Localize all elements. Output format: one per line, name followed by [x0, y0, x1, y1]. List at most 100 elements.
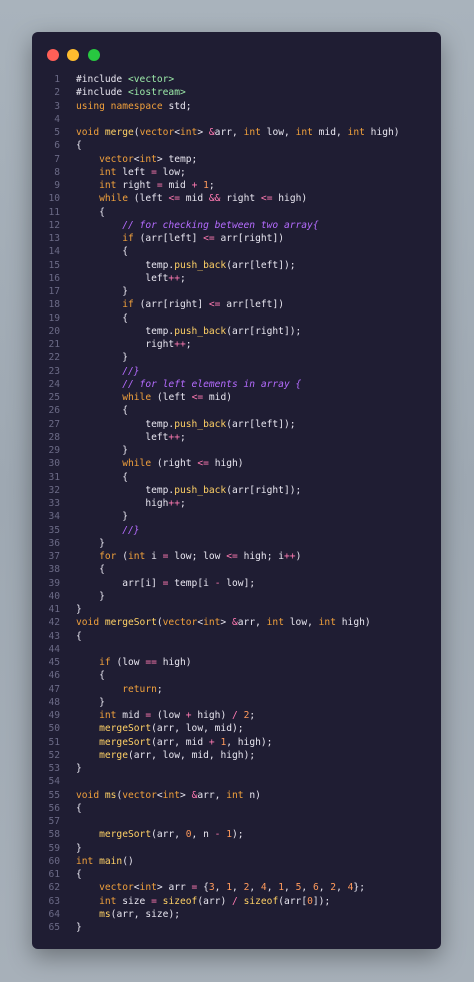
line-number: 44	[48, 643, 60, 655]
code-line: 44	[32, 643, 441, 656]
line-number: 22	[48, 352, 60, 364]
code-line: 28 left++;	[32, 431, 441, 444]
line-text: using namespace std;	[76, 100, 192, 112]
minimize-dot-icon[interactable]	[67, 49, 79, 61]
line-number: 47	[48, 683, 60, 695]
line-text: {	[99, 206, 105, 218]
line-text: left++;	[145, 272, 186, 284]
code-line: 15 temp.push_back(arr[left]);	[32, 259, 441, 272]
line-number: 39	[48, 577, 60, 589]
line-text: int main()	[76, 855, 134, 867]
code-line: 11 {	[32, 206, 441, 219]
line-number: 61	[48, 869, 60, 880]
code-line: 45 if (low == high)	[32, 656, 441, 669]
code-line: 57	[32, 815, 441, 828]
line-number: 27	[48, 418, 60, 430]
line-text: void mergeSort(vector<int> &arr, int low…	[76, 617, 371, 629]
line-text: vector<int> arr = {3, 1, 2, 4, 1, 5, 6, …	[99, 882, 365, 894]
line-number: 49	[48, 710, 60, 721]
line-number: 1	[54, 74, 60, 85]
code-line: 56 {	[32, 802, 441, 815]
line-text: // for checking between two array{	[122, 219, 319, 231]
line-text: if (low == high)	[99, 657, 192, 668]
code-line: 31 {	[32, 471, 441, 484]
line-text: temp.push_back(arr[right]);	[145, 325, 302, 337]
line-text: ms(arr, size);	[99, 908, 181, 920]
code-line: 10 while (left <= mid && right <= high)	[32, 192, 441, 205]
line-text: temp.push_back(arr[left]);	[145, 259, 296, 271]
line-number: 63	[48, 895, 60, 907]
code-line: 51 mergeSort(arr, mid + 1, high);	[32, 736, 441, 749]
code-line: 7 vector<int> temp;	[32, 153, 441, 166]
line-text: arr[i] = temp[i - low];	[122, 577, 256, 589]
code-line: 1 #include <vector>	[32, 73, 441, 86]
line-text: #include <iostream>	[76, 87, 186, 99]
line-text: }	[122, 511, 128, 523]
line-number: 52	[48, 749, 60, 761]
code-line: 23 //}	[32, 365, 441, 378]
line-number: 54	[48, 776, 60, 788]
code-line: 19 {	[32, 312, 441, 325]
code-line: 12 // for checking between two array{	[32, 219, 441, 232]
line-text: }	[99, 696, 105, 708]
code-line: 26 {	[32, 404, 441, 417]
code-line: 46 {	[32, 669, 441, 682]
line-number: 3	[54, 100, 60, 112]
line-number: 14	[48, 246, 60, 258]
code-line: 27 temp.push_back(arr[left]);	[32, 418, 441, 431]
line-number: 42	[48, 617, 60, 629]
code-line: 30 while (right <= high)	[32, 457, 441, 470]
line-number: 18	[48, 299, 60, 311]
code-line: 2 #include <iostream>	[32, 86, 441, 99]
code-line: 38 {	[32, 563, 441, 576]
line-text: }	[76, 842, 82, 854]
code-line: 5 void merge(vector<int> &arr, int low, i…	[32, 126, 441, 139]
line-number: 40	[48, 590, 60, 602]
line-number: 43	[48, 630, 60, 642]
line-number: 56	[48, 802, 60, 814]
code-line: 64 ms(arr, size);	[32, 908, 441, 921]
line-number: 59	[48, 842, 60, 854]
line-text: high++;	[145, 498, 186, 509]
line-text: if (arr[right] <= arr[left])	[122, 299, 285, 311]
line-number: 21	[48, 339, 60, 350]
line-text: }	[122, 286, 128, 297]
line-number: 12	[48, 219, 60, 231]
line-text: merge(arr, low, mid, high);	[99, 749, 256, 761]
line-number: 48	[48, 696, 60, 708]
line-number: 32	[48, 484, 60, 496]
code-line: 59}	[32, 842, 441, 855]
line-text: }	[122, 445, 128, 456]
line-number: 11	[48, 206, 60, 218]
code-line: 42 void mergeSort(vector<int> &arr, int l…	[32, 616, 441, 629]
line-text: }	[99, 590, 105, 602]
line-text: while (left <= mid)	[122, 392, 233, 403]
code-line: 32 temp.push_back(arr[right]);	[32, 484, 441, 497]
line-text: mergeSort(arr, mid + 1, high);	[99, 736, 273, 748]
line-text: while (right <= high)	[122, 458, 244, 470]
line-number: 45	[48, 657, 60, 668]
line-text: return;	[122, 683, 163, 695]
line-text: }	[122, 352, 128, 364]
line-number: 10	[48, 193, 60, 205]
code-line: 34 }	[32, 510, 441, 523]
line-number: 38	[48, 564, 60, 576]
code-editor: 1 #include <vector> 2 #include <iostream> 3 u…	[32, 73, 441, 934]
code-line: 13 if (arr[left] <= arr[right])	[32, 232, 441, 245]
line-text: int mid = (low + high) / 2;	[99, 710, 256, 721]
line-text: {	[122, 246, 128, 258]
line-number: 16	[48, 272, 60, 284]
code-line: 54	[32, 775, 441, 788]
code-line: 65}	[32, 921, 441, 934]
code-line: 21 right++;	[32, 338, 441, 351]
code-line: 8 int left = low;	[32, 166, 441, 179]
maximize-dot-icon[interactable]	[88, 49, 100, 61]
line-text: {	[76, 869, 82, 880]
code-line: 20 temp.push_back(arr[right]);	[32, 325, 441, 338]
line-text: right++;	[145, 339, 192, 350]
line-number: 36	[48, 537, 60, 549]
line-text: {	[76, 140, 82, 152]
line-number: 57	[48, 816, 60, 827]
close-dot-icon[interactable]	[47, 49, 59, 61]
code-line: 52 merge(arr, low, mid, high);	[32, 749, 441, 762]
